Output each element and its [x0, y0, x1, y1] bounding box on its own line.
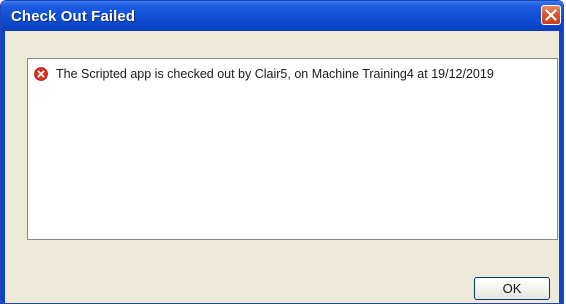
- error-icon: [34, 67, 48, 81]
- window-title: Check Out Failed: [11, 8, 136, 25]
- title-bar[interactable]: Check Out Failed: [1, 1, 563, 31]
- window-right-border: [559, 31, 563, 303]
- window-left-border: [1, 31, 5, 303]
- message-panel: The Scripted app is checked out by Clair…: [27, 58, 558, 240]
- close-button[interactable]: [541, 5, 561, 25]
- error-message: The Scripted app is checked out by Clair…: [56, 67, 494, 81]
- close-icon: [545, 9, 557, 21]
- ok-button[interactable]: OK: [474, 277, 550, 300]
- message-row: The Scripted app is checked out by Clair…: [34, 67, 494, 81]
